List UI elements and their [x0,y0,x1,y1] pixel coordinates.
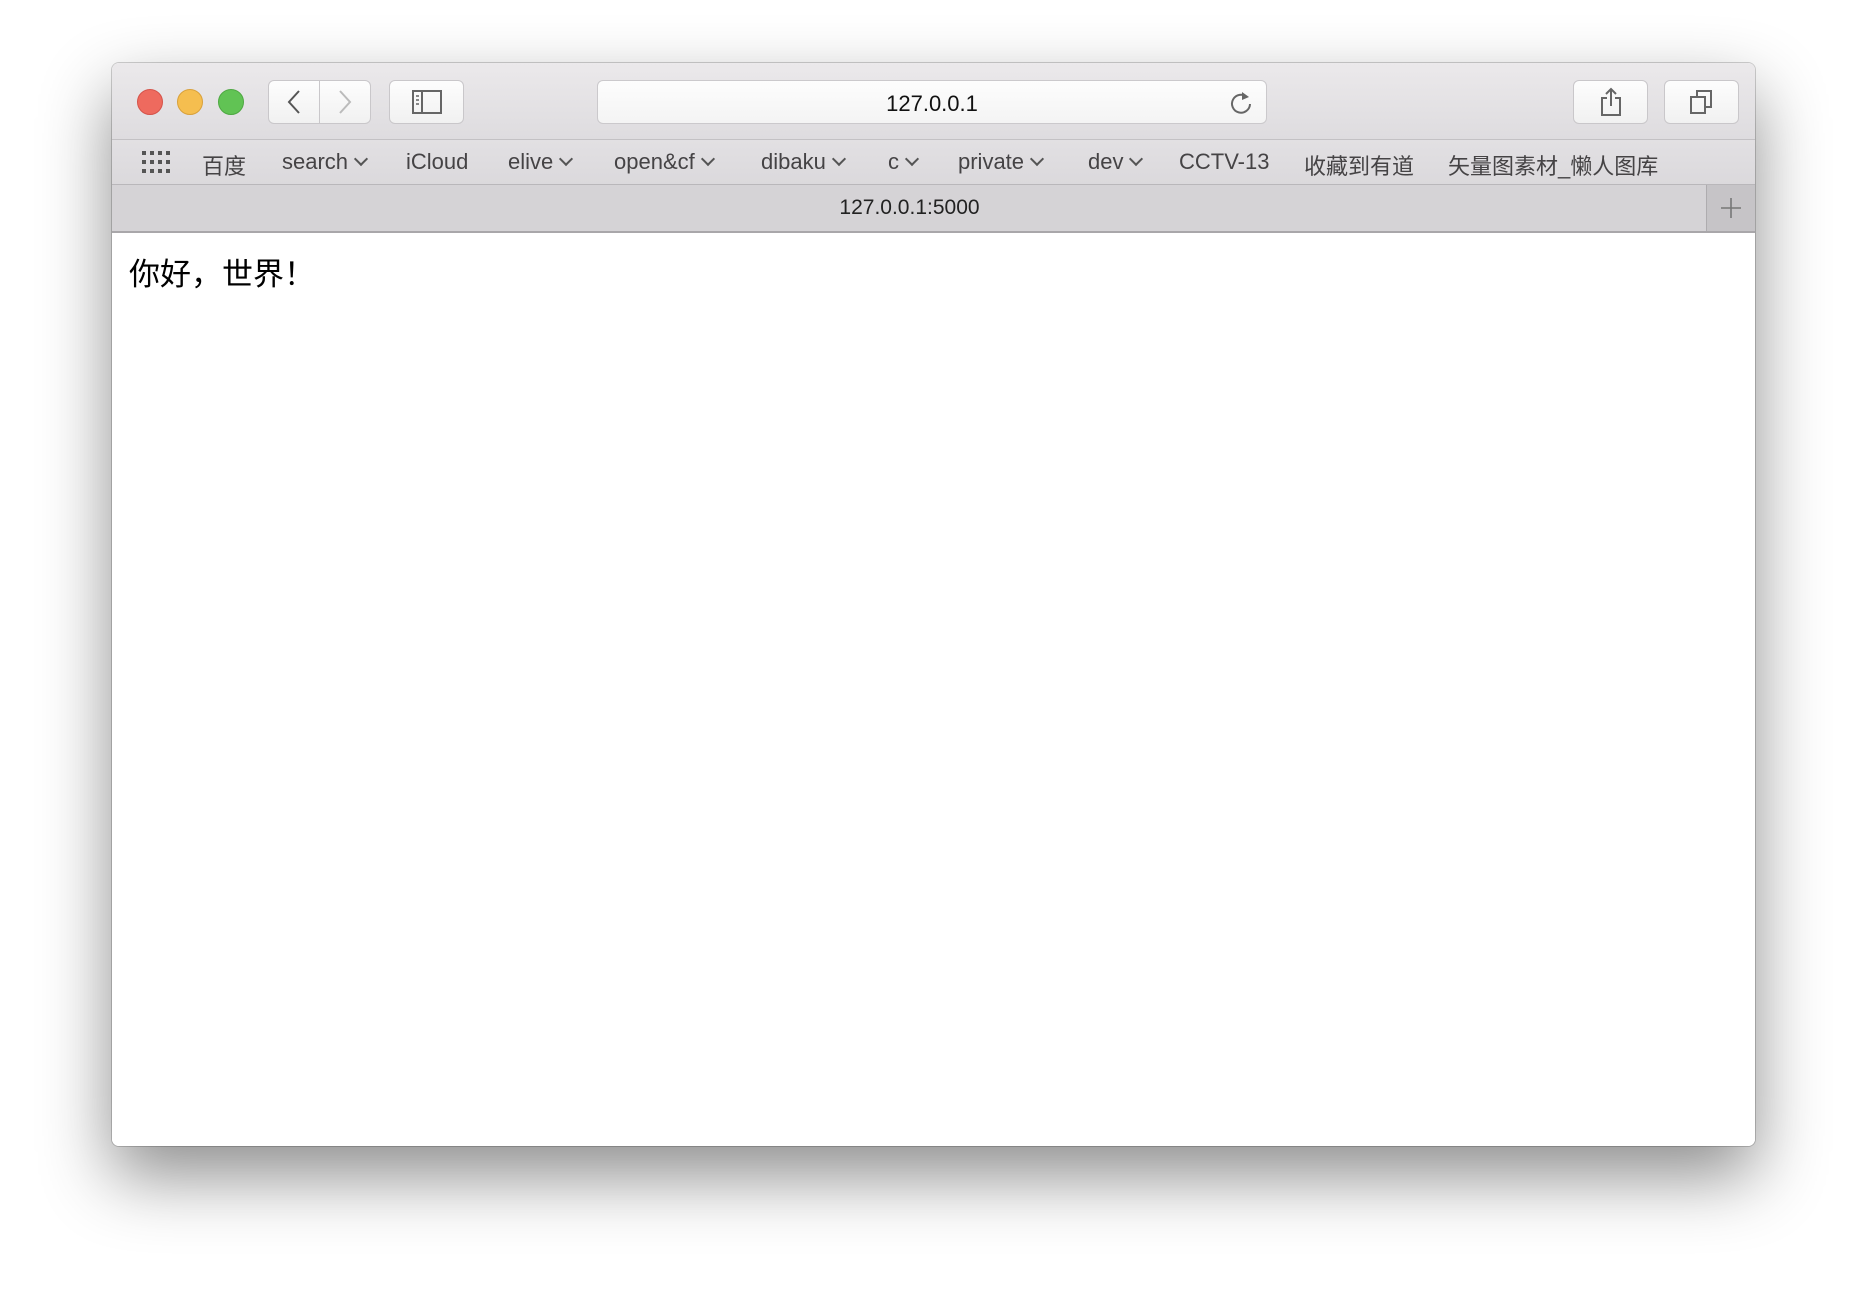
chevron-left-icon [287,90,300,114]
bookmark-cctv13[interactable]: CCTV-13 [1179,149,1269,175]
toolbar: 127.0.0.1 [112,63,1755,140]
bookmark-search[interactable]: search [282,149,369,175]
bookmark-label: search [282,149,349,174]
reload-icon[interactable] [1228,89,1254,117]
bookmark-label: dev [1088,149,1124,174]
bookmark-label: 矢量图素材_懒人图库 [1448,154,1659,179]
chevron-down-icon [831,151,846,167]
bookmark-label: 百度 [202,154,247,179]
tab-active[interactable]: 127.0.0.1:5000 [112,196,1707,220]
close-button[interactable] [137,89,163,115]
chevron-down-icon [1029,151,1045,167]
address-text: 127.0.0.1 [886,91,978,116]
bookmark-label: private [958,149,1025,174]
tabs-overview-icon [1689,90,1712,114]
chevron-down-icon [700,151,715,167]
page-content: 你好，世界！ [112,233,1755,1146]
tab-bar: 127.0.0.1:5000 [112,185,1755,233]
bookmark-label: dibaku [761,149,826,174]
bookmark-c[interactable]: c [888,149,920,175]
bookmark-label: iCloud [406,149,469,174]
zoom-button[interactable] [218,89,244,115]
forward-button[interactable] [319,80,371,124]
bookmark-dev[interactable]: dev [1088,149,1144,175]
chevron-down-icon [904,151,920,167]
new-tab-button[interactable] [1706,185,1755,231]
grid-icon[interactable] [142,151,170,173]
bookmark-label: CCTV-13 [1179,149,1270,174]
chevron-down-icon [353,151,369,167]
address-bar[interactable]: 127.0.0.1 [597,80,1267,124]
share-icon [1600,87,1621,116]
bookmark-lanrentuku[interactable]: 矢量图素材_懒人图库 [1448,149,1658,181]
minimize-button[interactable] [177,89,203,115]
bookmark-private[interactable]: private [958,149,1045,175]
chevron-right-icon [339,90,352,114]
bookmark-label: elive [508,149,554,174]
page-text: 你好，世界！ [129,257,315,293]
share-button[interactable] [1573,80,1648,124]
bookmark-label: open&cf [614,149,695,174]
bookmark-dibaku[interactable]: dibaku [761,149,846,175]
tabs-overview-button[interactable] [1664,80,1739,124]
sidebar-icon [411,90,442,114]
bookmark-elive[interactable]: elive [508,149,574,175]
chevron-down-icon [559,151,574,167]
bookmark-label: 收藏到有道 [1304,154,1415,179]
bookmark-label: c [888,149,899,174]
browser-window: 127.0.0.1 百度 search iCloud elive open&cf… [112,63,1755,1146]
back-button[interactable] [268,80,320,124]
bookmark-icloud[interactable]: iCloud [406,149,468,175]
plus-icon [1721,198,1741,218]
bookmarks-bar: 百度 search iCloud elive open&cf dibaku c … [112,140,1755,185]
bookmark-youdao[interactable]: 收藏到有道 [1304,149,1414,181]
bookmark-baidu[interactable]: 百度 [202,149,246,181]
sidebar-button[interactable] [389,80,464,124]
chevron-down-icon [1129,151,1144,167]
bookmark-open-cf[interactable]: open&cf [614,149,715,175]
